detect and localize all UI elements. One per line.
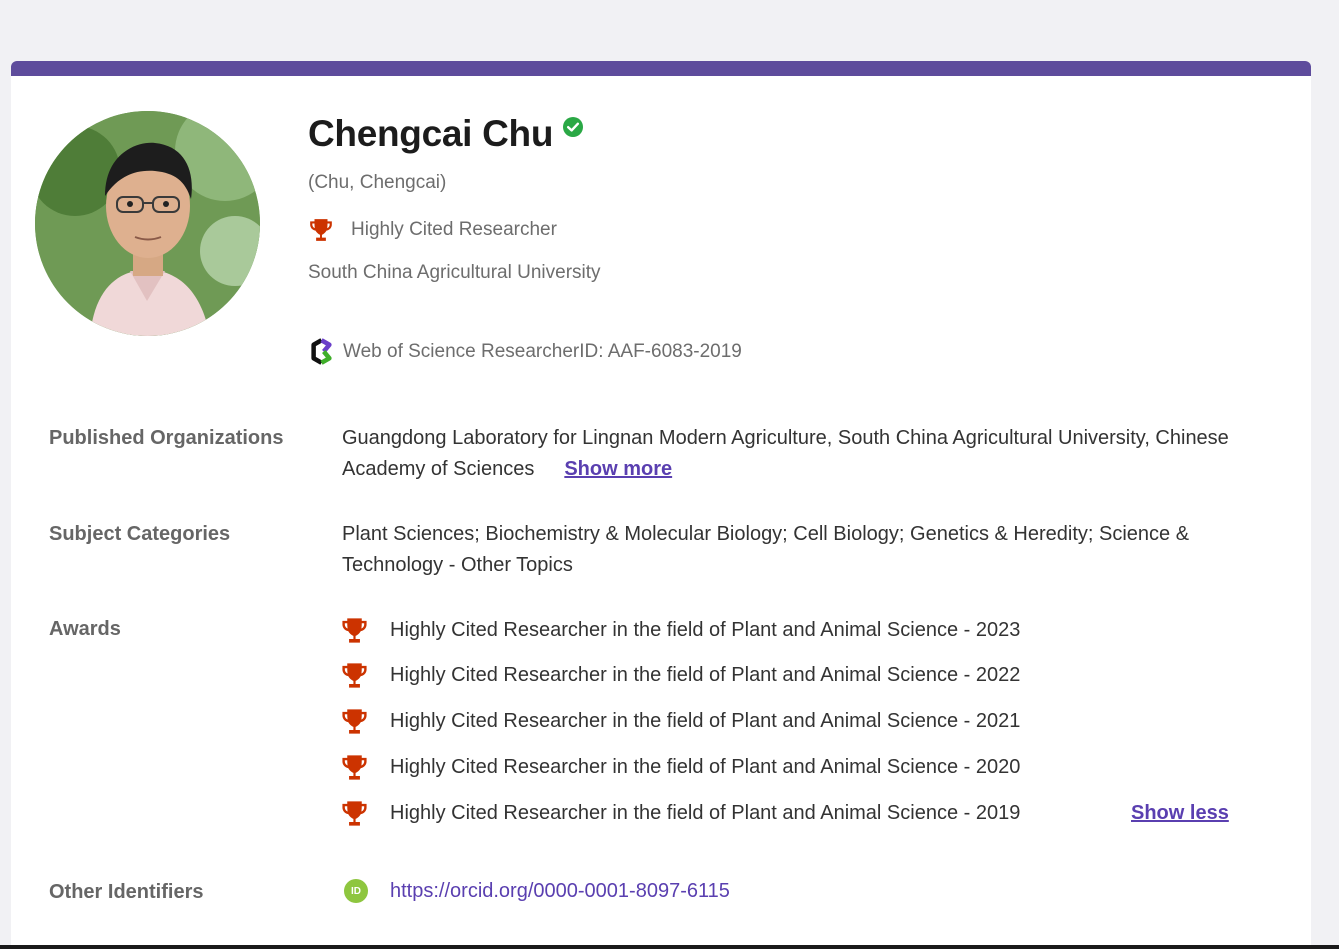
trophy-icon xyxy=(308,217,334,243)
trophy-icon xyxy=(340,799,369,828)
organizations-text: Guangdong Laboratory for Lingnan Modern … xyxy=(342,427,1229,480)
name-row: Chengcai Chu xyxy=(308,113,584,155)
identifiers-label: Other Identifiers xyxy=(49,881,204,903)
highly-cited-badge: Highly Cited Researcher xyxy=(308,217,557,243)
check-circle-icon xyxy=(563,117,584,137)
subjects-value: Plant Sciences; Biochemistry & Molecular… xyxy=(342,523,1190,576)
highly-cited-label: Highly Cited Researcher xyxy=(351,219,557,240)
alternate-name: (Chu, Chengcai) xyxy=(308,172,447,193)
organizations-value: Guangdong Laboratory for Lingnan Modern … xyxy=(342,423,1287,485)
profile-avatar xyxy=(35,111,260,336)
trophy-icon xyxy=(340,661,369,690)
award-text: Highly Cited Researcher in the field of … xyxy=(390,709,1021,732)
bottom-divider xyxy=(0,945,1339,949)
award-text: Highly Cited Researcher in the field of … xyxy=(390,618,1021,641)
award-item: Highly Cited Researcher in the field of … xyxy=(340,615,1020,645)
orcid-icon: ID xyxy=(344,879,368,903)
web-of-science-logo-icon xyxy=(311,338,332,365)
award-item: Highly Cited Researcher in the field of … xyxy=(340,798,1020,828)
researcher-id-row: Web of Science ResearcherID: AAF-6083-20… xyxy=(308,338,742,365)
award-item: Highly Cited Researcher in the field of … xyxy=(340,752,1020,782)
show-more-link[interactable]: Show more xyxy=(564,458,672,480)
awards-label: Awards xyxy=(49,618,121,640)
orcid-row: ID https://orcid.org/0000-0001-8097-6115 xyxy=(344,879,730,903)
affiliation: South China Agricultural University xyxy=(308,262,601,283)
researcher-name: Chengcai Chu xyxy=(308,113,554,154)
award-text: Highly Cited Researcher in the field of … xyxy=(390,801,1021,824)
award-text: Highly Cited Researcher in the field of … xyxy=(390,663,1021,686)
award-item: Highly Cited Researcher in the field of … xyxy=(340,706,1020,736)
award-text: Highly Cited Researcher in the field of … xyxy=(390,755,1021,778)
card-accent-bar xyxy=(11,61,1311,76)
trophy-icon xyxy=(340,753,369,782)
award-item: Highly Cited Researcher in the field of … xyxy=(340,660,1020,690)
subjects-label: Subject Categories xyxy=(49,523,231,545)
show-less-link[interactable]: Show less xyxy=(1131,802,1229,825)
orcid-link[interactable]: https://orcid.org/0000-0001-8097-6115 xyxy=(390,880,730,903)
trophy-icon xyxy=(340,707,369,736)
trophy-icon xyxy=(340,616,369,645)
organizations-label: Published Organizations xyxy=(49,427,284,449)
researcher-id: Web of Science ResearcherID: AAF-6083-20… xyxy=(343,340,742,362)
